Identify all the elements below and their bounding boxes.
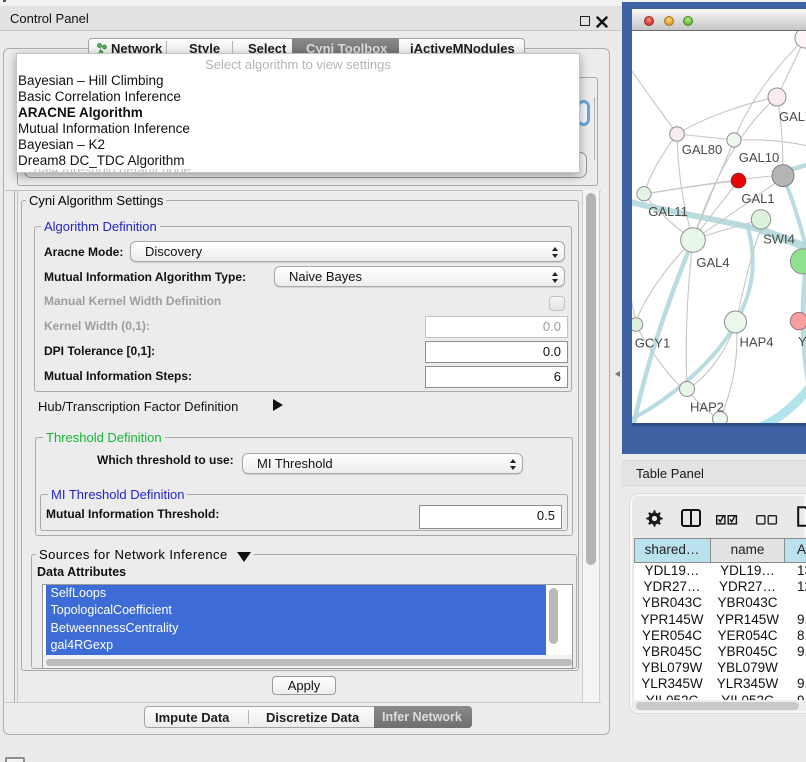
- svg-text:GAL4: GAL4: [696, 255, 729, 270]
- svg-text:GAL7: GAL7: [779, 109, 806, 124]
- svg-text:SWI4: SWI4: [763, 232, 795, 247]
- svg-text:GAL11: GAL11: [648, 204, 688, 219]
- svg-text:GAL80: GAL80: [682, 142, 722, 157]
- svg-text:HAP4: HAP4: [740, 335, 774, 350]
- svg-text:GCY1: GCY1: [635, 336, 670, 351]
- svg-text:Y: Y: [798, 334, 806, 349]
- svg-text:HAP2: HAP2: [690, 400, 724, 415]
- svg-text:GAL10: GAL10: [739, 150, 779, 165]
- svg-text:GAL1: GAL1: [741, 191, 774, 206]
